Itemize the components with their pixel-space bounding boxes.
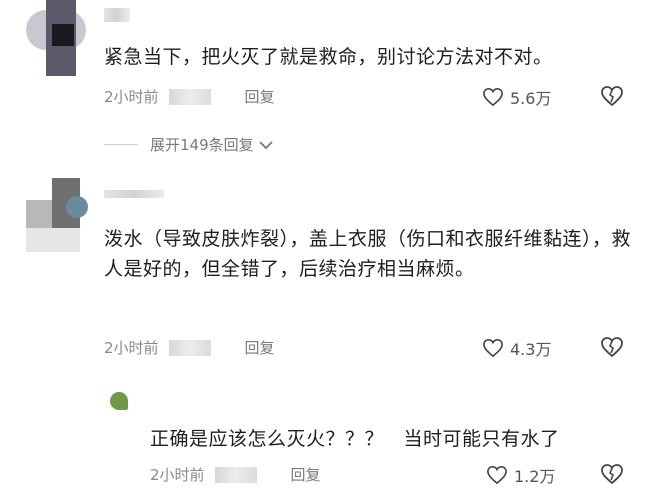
comment-time: 2小时前 — [104, 88, 159, 106]
dislike-heart-icon — [601, 86, 623, 107]
like-count: 4.3万 — [510, 340, 552, 359]
expand-replies-label: 展开149条回复 — [150, 136, 254, 154]
heart-icon — [483, 87, 503, 107]
expand-replies-button[interactable]: 展开149条回复 — [104, 134, 274, 155]
comment-time: 2小时前 — [104, 339, 159, 357]
avatar-shape — [26, 228, 80, 252]
comment-text: 泼水（导致皮肤炸裂），盖上衣服（伤口和衣服纤维黏连），救人是好的，但全错了，后续… — [104, 228, 632, 280]
heart-icon — [483, 338, 503, 358]
avatar-shape — [52, 24, 74, 46]
avatar[interactable] — [26, 0, 86, 76]
location-blurred — [168, 339, 211, 356]
dislike-button[interactable] — [600, 336, 624, 362]
avatar[interactable] — [26, 178, 88, 252]
like-button[interactable]: 5.6万 — [482, 85, 551, 109]
avatar-shape — [26, 200, 54, 228]
reply-button[interactable]: 回复 — [291, 464, 321, 485]
reply-button[interactable]: 回复 — [245, 86, 275, 107]
location-blurred — [214, 466, 257, 483]
like-count: 1.2万 — [514, 467, 556, 486]
avatar[interactable] — [104, 386, 128, 412]
like-count: 5.6万 — [510, 89, 552, 108]
avatar-shape — [110, 392, 128, 410]
dislike-button[interactable] — [600, 85, 624, 111]
comment-text: 紧急当下，把火灭了就是救命，别讨论方法对不对。 — [104, 46, 553, 68]
comment-text: 正确是应该怎么灭火？？？ 当时可能只有水了 — [150, 428, 560, 450]
dislike-button[interactable] — [600, 463, 624, 489]
username-blurred[interactable] — [104, 190, 164, 198]
comment-meta: 2小时前 回复 — [104, 86, 275, 107]
comment-meta: 2小时前 回复 — [150, 464, 321, 485]
like-button[interactable]: 4.3万 — [482, 336, 551, 360]
username-blurred[interactable] — [104, 8, 130, 22]
chevron-down-icon — [259, 140, 273, 149]
heart-icon — [487, 465, 507, 485]
dislike-heart-icon — [601, 464, 623, 485]
location-blurred — [168, 88, 211, 105]
like-button[interactable]: 1.2万 — [486, 463, 555, 487]
dislike-heart-icon — [601, 337, 623, 358]
divider — [104, 144, 138, 145]
avatar-shape — [66, 196, 88, 218]
comment-time: 2小时前 — [150, 466, 205, 484]
comment-meta: 2小时前 回复 — [104, 337, 275, 358]
reply-button[interactable]: 回复 — [245, 337, 275, 358]
